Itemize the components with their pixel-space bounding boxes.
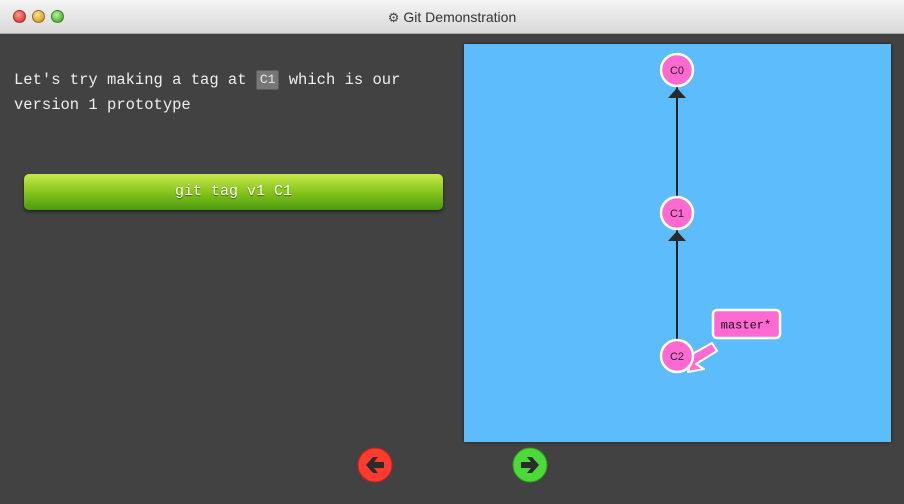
commit-c0[interactable]: C0 bbox=[659, 52, 695, 88]
inline-code-commit: C1 bbox=[255, 70, 280, 90]
git-graph-canvas: master* C0 C1 C2 bbox=[464, 44, 891, 442]
instruction-panel: Let's try making a tag at C1 which is ou… bbox=[0, 34, 456, 504]
commit-c2-label: C2 bbox=[670, 351, 684, 363]
edge-c1-c0-arrowhead bbox=[668, 88, 686, 98]
title-bar: ⚙ Git Demonstration bbox=[0, 0, 904, 34]
next-step-button[interactable] bbox=[512, 447, 548, 483]
arrow-right-icon bbox=[512, 447, 548, 483]
commit-c1[interactable]: C1 bbox=[659, 195, 695, 231]
previous-step-button[interactable] bbox=[357, 447, 393, 483]
window-title-text: Git Demonstration bbox=[403, 9, 517, 25]
instruction-text-before: Let's try making a tag at bbox=[14, 71, 256, 89]
commit-c1-label: C1 bbox=[670, 208, 684, 220]
app-window: ⚙ Git Demonstration Let's try making a ta… bbox=[0, 0, 904, 504]
git-graph-svg: master* C0 C1 C2 bbox=[659, 52, 782, 374]
arrow-left-icon bbox=[357, 447, 393, 483]
edge-c2-c1-arrowhead bbox=[668, 231, 686, 241]
branch-master-label: master* bbox=[721, 319, 771, 333]
commit-c2[interactable]: C2 bbox=[659, 338, 695, 374]
git-tag-command-button[interactable]: git tag v1 C1 bbox=[24, 174, 443, 210]
gear-icon: ⚙ bbox=[387, 10, 400, 25]
commit-c0-label: C0 bbox=[670, 65, 684, 77]
window-title: ⚙ Git Demonstration bbox=[0, 0, 904, 34]
instruction-text: Let's try making a tag at C1 which is ou… bbox=[14, 68, 444, 118]
